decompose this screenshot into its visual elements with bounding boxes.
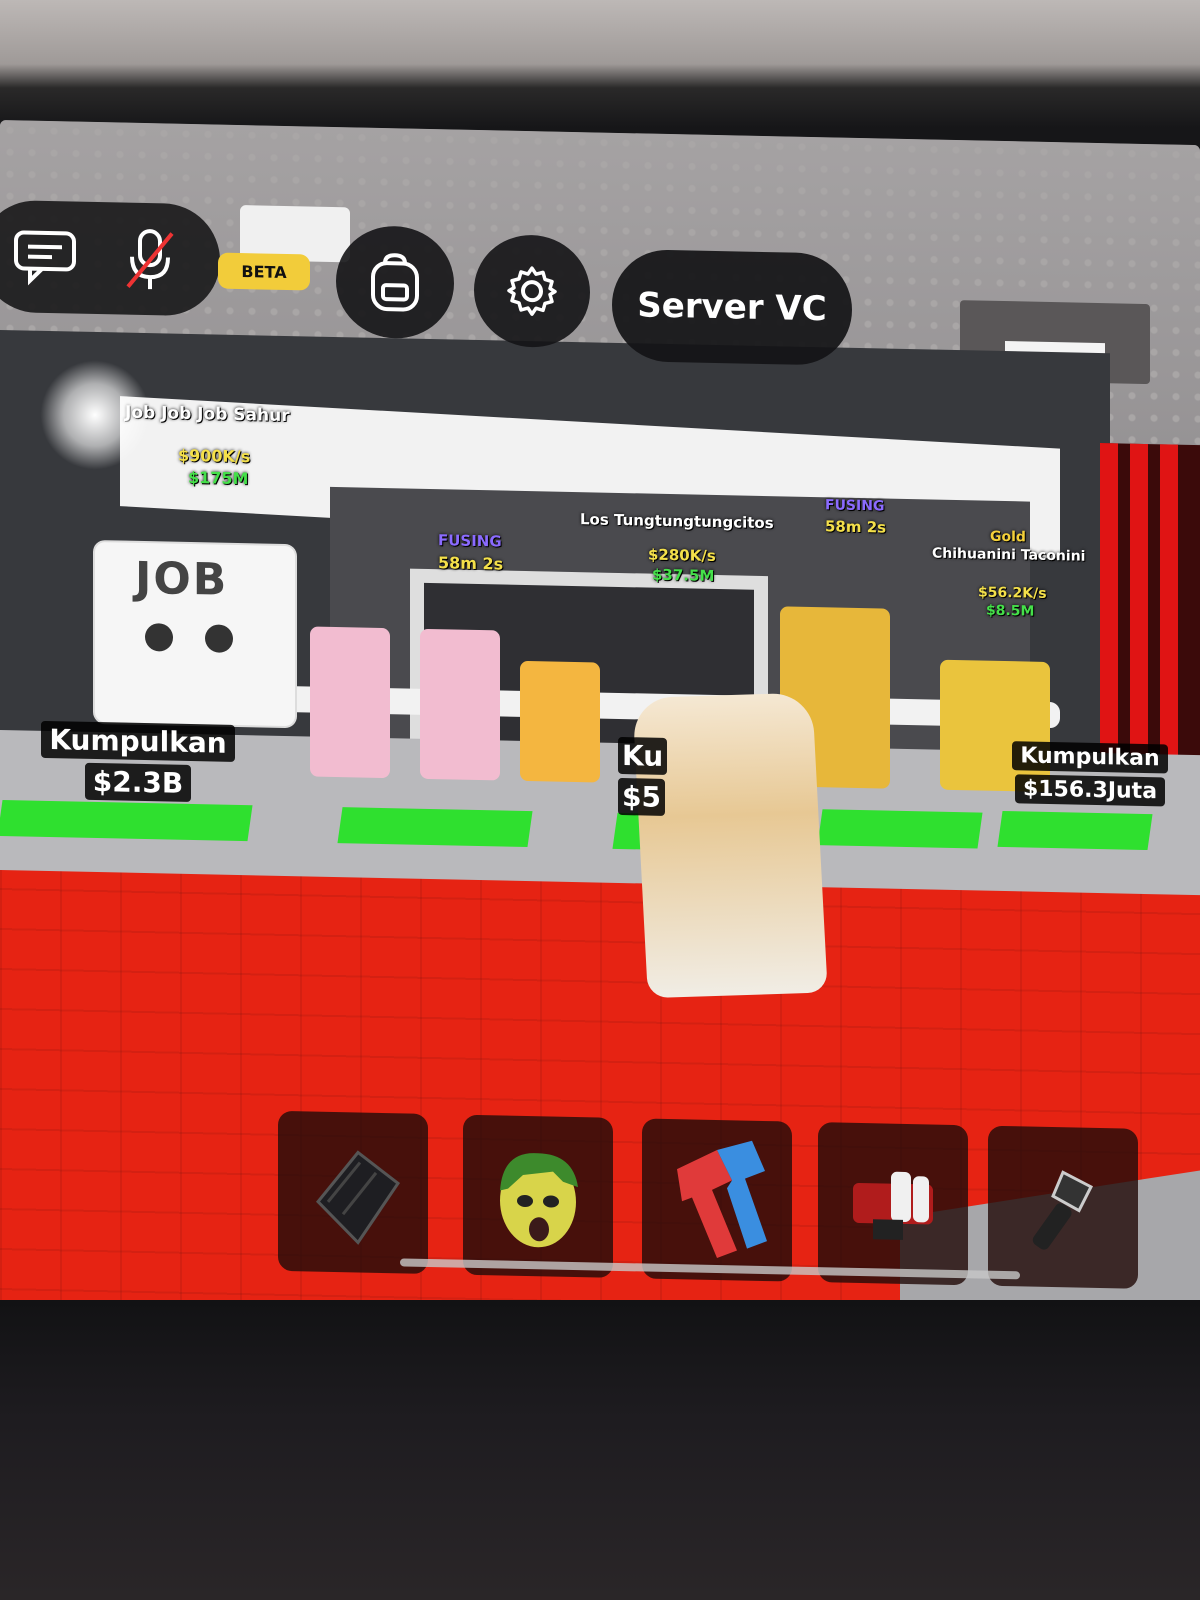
- collect-pad-5: [997, 811, 1153, 851]
- hotbar-slot-2[interactable]: [463, 1114, 613, 1278]
- beta-badge: BETA: [218, 252, 310, 291]
- pink-character-1[interactable]: [310, 626, 390, 779]
- collect-button-2[interactable]: Ku $5: [618, 736, 668, 816]
- chat-icon: [14, 230, 76, 286]
- overhead-rate-3: $280K/s: [648, 545, 716, 565]
- collect-label-3: Kumpulkan: [1012, 741, 1168, 774]
- red-gadget-icon: [853, 1171, 933, 1240]
- overhead-status-2: FUSING: [438, 531, 502, 551]
- red-blue-glove-icon: [677, 1140, 767, 1259]
- mic-button[interactable]: [120, 225, 180, 296]
- overhead-cost-5: $8.5M: [986, 602, 1035, 620]
- job-character[interactable]: JOB: [95, 541, 295, 727]
- hotbar-slot-4[interactable]: [818, 1122, 968, 1286]
- chat-voice-group: [0, 199, 220, 317]
- collect-pad-1: [0, 800, 253, 842]
- overhead-rarity-5: Gold: [990, 528, 1026, 546]
- hotbar-slot-1[interactable]: [278, 1110, 428, 1274]
- collect-label-2: Ku: [618, 736, 668, 775]
- server-vc-label: Server VC: [637, 285, 827, 330]
- collect-amount-1: $2.3B: [84, 762, 192, 803]
- overhead-rate-1: $900K/s: [178, 445, 251, 467]
- backpack-icon: [371, 253, 419, 312]
- server-vc-button[interactable]: Server VC: [612, 248, 852, 366]
- overhead-rate-5: $56.2K/s: [978, 584, 1047, 602]
- black-claw-icon: [315, 1150, 401, 1245]
- device-bezel: [0, 1300, 1200, 1600]
- light-glare: [40, 360, 150, 470]
- hotbar-slot-5[interactable]: [988, 1125, 1138, 1289]
- green-mask-icon: [500, 1153, 578, 1248]
- yellow-character[interactable]: [520, 660, 600, 783]
- overhead-cost-1: $175M: [188, 467, 249, 489]
- collect-amount-2: $5: [618, 777, 665, 816]
- overhead-cost-3: $37.5M: [652, 565, 715, 585]
- pink-character-2[interactable]: [420, 628, 500, 781]
- overhead-timer-4: 58m 2s: [825, 517, 887, 537]
- overhead-status-4: FUSING: [825, 497, 885, 515]
- flashlight-icon: [1032, 1170, 1094, 1250]
- collect-pad-4: [817, 809, 983, 849]
- photo-frame: JOB Job Job Job Sahur $900K/s $175M FUSI…: [0, 0, 1200, 1600]
- overhead-timer-2: 58m 2s: [438, 553, 504, 574]
- overhead-name-5: Chihuanini Taconini: [932, 545, 1086, 565]
- gear-icon: [507, 266, 557, 316]
- collect-button-1[interactable]: Kumpulkan $2.3B: [38, 720, 238, 803]
- mic-muted-icon: [126, 229, 174, 290]
- collect-amount-3: $156.3Juta: [1014, 774, 1166, 807]
- chat-button[interactable]: [10, 226, 80, 287]
- game-screen: JOB Job Job Job Sahur $900K/s $175M FUSI…: [0, 120, 1200, 1336]
- job-text: JOB: [135, 552, 229, 606]
- collect-label-1: Kumpulkan: [41, 720, 235, 762]
- settings-button[interactable]: [474, 233, 590, 349]
- collect-button-3[interactable]: Kumpulkan $156.3Juta: [1010, 741, 1170, 807]
- hotbar-slot-3[interactable]: [642, 1118, 792, 1282]
- collect-pad-2: [337, 807, 533, 848]
